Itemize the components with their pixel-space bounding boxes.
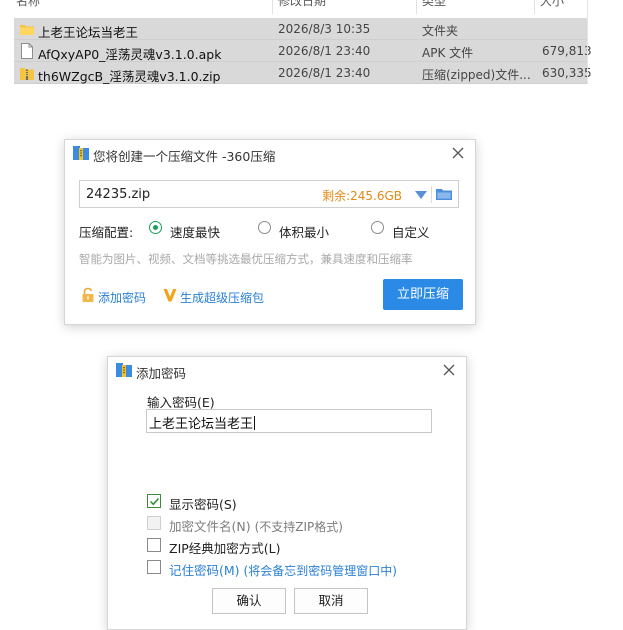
file-size: 679,813 (542, 44, 592, 58)
list-right-edge (587, 0, 588, 84)
column-header-size[interactable]: 大小 (540, 0, 564, 8)
radio-indicator (371, 221, 384, 234)
text-caret (254, 416, 256, 430)
password-dialog-title: 添加密码 (136, 366, 187, 381)
archive-app-icon (73, 146, 89, 160)
checkbox-box (147, 516, 161, 530)
divider (431, 186, 432, 203)
compress-dialog-title: 您将创建一个压缩文件 -360压缩 (93, 149, 276, 164)
compress-now-button[interactable]: 立即压缩 (383, 279, 463, 310)
checkbox-label: 显示密码(S) (169, 497, 237, 512)
column-separator[interactable] (416, 0, 417, 14)
file-explorer-list: 名称 修改日期 类型 大小 上老王论坛当老王 2026/8/3 10:35 文件… (0, 0, 623, 84)
column-header-type[interactable]: 类型 (422, 0, 446, 8)
checkbox-box (147, 560, 161, 574)
column-separator[interactable] (534, 0, 535, 14)
archive-path-field[interactable]: 24235.zip 剩余:245.6GB (79, 180, 459, 208)
cancel-button[interactable]: 取消 (294, 588, 368, 614)
close-icon[interactable] (440, 361, 458, 379)
file-row-zip[interactable]: th6WZgcB_淫荡灵魂v3.1.0.zip 2026/8/1 23:40 压… (14, 62, 592, 84)
zip-folder-icon (20, 68, 34, 80)
browse-folder-icon[interactable] (436, 187, 452, 201)
compress-hint: 智能为图片、视频、文档等挑选最优压缩方式，兼具速度和压缩率 (79, 252, 413, 266)
checkbox-label: ZIP经典加密方式(L) (169, 541, 281, 556)
file-date: 2026/8/1 23:40 (278, 44, 371, 58)
radio-label: 速度最快 (170, 225, 221, 240)
lock-icon (82, 287, 94, 302)
compress-config-label: 压缩配置: (79, 225, 134, 240)
checkbox-label: 记住密码(M) (将会备忘到密码管理窗口中) (169, 563, 397, 578)
radio-label: 体积最小 (279, 225, 330, 240)
checkbox-note: (不支持ZIP格式) (254, 520, 343, 534)
file-type: 文件夹 (422, 24, 459, 38)
column-header-modified[interactable]: 修改日期 (278, 0, 326, 8)
free-space-label: 剩余:245.6GB (322, 189, 402, 203)
file-date: 2026/8/3 10:35 (278, 22, 371, 36)
checkmark-icon (149, 497, 160, 506)
file-row-folder[interactable]: 上老王论坛当老王 2026/8/3 10:35 文件夹 (14, 18, 587, 40)
file-date: 2026/8/1 23:40 (278, 66, 371, 80)
file-name: AfQxyAP0_淫荡灵魂v3.1.0.apk (38, 47, 222, 62)
checkbox-box (147, 538, 161, 552)
radio-indicator (149, 221, 162, 234)
column-header-name[interactable]: 名称 (16, 0, 40, 8)
checkbox-note: (将会备忘到密码管理窗口中) (243, 564, 397, 578)
file-name: th6WZgcB_淫荡灵魂v3.1.0.zip (38, 69, 221, 84)
file-icon (21, 43, 33, 59)
column-separator[interactable] (272, 0, 273, 14)
file-row-apk[interactable]: AfQxyAP0_淫荡灵魂v3.1.0.apk 2026/8/1 23:40 A… (14, 40, 592, 62)
checkbox-label: 加密文件名(N) (不支持ZIP格式) (169, 519, 343, 534)
file-type: 压缩(zipped)文件... (422, 68, 531, 82)
radio-label: 自定义 (392, 225, 430, 240)
close-icon[interactable] (449, 144, 467, 162)
confirm-button[interactable]: 确认 (212, 588, 286, 614)
archive-app-icon (116, 363, 132, 377)
file-name: 上老王论坛当老王 (38, 25, 139, 40)
add-password-label: 添加密码 (98, 291, 147, 305)
password-dialog-titlebar[interactable]: 添加密码 (108, 357, 466, 385)
folder-icon (20, 25, 34, 35)
file-type: APK 文件 (422, 46, 474, 60)
super-package-label: 生成超级压缩包 (180, 291, 265, 305)
checkbox-box (147, 494, 161, 508)
vip-v-icon (163, 289, 177, 302)
compress-dialog: 您将创建一个压缩文件 -360压缩 24235.zip 剩余:245.6GB 压… (64, 139, 476, 325)
chevron-down-icon[interactable] (414, 189, 428, 201)
archive-filename[interactable]: 24235.zip (86, 187, 150, 202)
file-size: 630,335 (542, 66, 592, 80)
radio-indicator (258, 221, 271, 234)
add-password-dialog: 添加密码 输入密码(E) 上老王论坛当老王 显示密码(S) 加密文件名(N) (… (107, 356, 467, 630)
password-input[interactable]: 上老王论坛当老王 (146, 409, 432, 433)
compress-dialog-titlebar[interactable]: 您将创建一个压缩文件 -360压缩 (65, 140, 475, 168)
password-value: 上老王论坛当老王 (149, 416, 256, 432)
